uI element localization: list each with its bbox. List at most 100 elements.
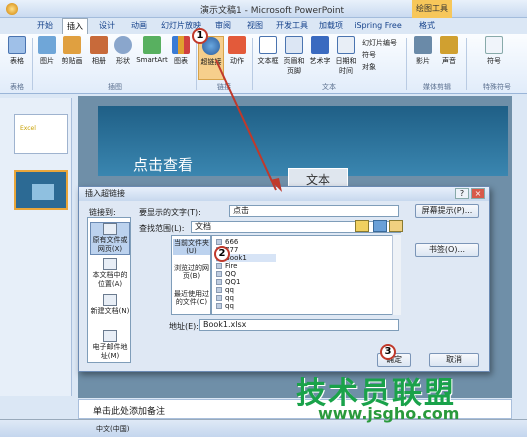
textbox-icon bbox=[259, 36, 277, 54]
group-label-symbols: 特殊符号 bbox=[483, 83, 511, 91]
wordart-button[interactable]: 艺术字 bbox=[308, 36, 332, 66]
slide-number-button[interactable]: 幻灯片编号 bbox=[362, 38, 397, 48]
recent-files-item[interactable]: 最近使用过的文件(C) bbox=[173, 290, 210, 306]
display-text-input[interactable]: 点击 bbox=[229, 205, 399, 217]
ribbon: 表格 图片 剪贴画 相册 形状 SmartArt 图表 超链接 动作 文本框 页… bbox=[0, 34, 527, 94]
tab-animation[interactable]: 动画 bbox=[126, 18, 152, 34]
action-button[interactable]: 动作 bbox=[226, 36, 248, 66]
album-button[interactable]: 相册 bbox=[88, 36, 110, 66]
movie-icon bbox=[414, 36, 432, 54]
tab-ispring[interactable]: iSpring Free bbox=[352, 18, 404, 34]
tab-addins[interactable]: 加载项 bbox=[316, 18, 346, 34]
document-place-icon bbox=[103, 258, 117, 270]
browsed-pages-item[interactable]: 浏览过的网页(B) bbox=[173, 264, 210, 280]
slide-thumbnail-2[interactable] bbox=[14, 170, 68, 210]
thumbnail-diagram bbox=[32, 184, 54, 200]
omega-icon bbox=[485, 36, 503, 54]
up-folder-icon[interactable] bbox=[355, 220, 369, 232]
shapes-icon bbox=[114, 36, 132, 54]
divider bbox=[466, 38, 467, 90]
tab-home[interactable]: 开始 bbox=[32, 18, 58, 34]
divider bbox=[406, 38, 407, 90]
cancel-button[interactable]: 取消 bbox=[429, 353, 479, 367]
file-list-scrollbar[interactable] bbox=[392, 235, 401, 315]
list-item[interactable]: qq bbox=[216, 302, 234, 310]
link-existing-file[interactable]: 原有文件或网页(X) bbox=[90, 222, 130, 255]
link-new-document[interactable]: 新建文档(N) bbox=[90, 294, 130, 316]
slide-text[interactable]: 点击查看 bbox=[133, 154, 193, 175]
divider bbox=[32, 38, 33, 90]
address-label: 地址(E): bbox=[169, 322, 199, 331]
tab-format[interactable]: 格式 bbox=[412, 18, 442, 34]
globe-page-icon bbox=[103, 223, 117, 235]
file-icon bbox=[216, 303, 222, 309]
header-footer-button[interactable]: 页眉和页脚 bbox=[282, 36, 306, 76]
header-footer-icon bbox=[285, 36, 303, 54]
symbol-button[interactable]: 符号 bbox=[474, 36, 514, 66]
file-icon bbox=[216, 279, 222, 285]
smartart-button[interactable]: SmartArt bbox=[136, 36, 168, 64]
tab-review[interactable]: 审阅 bbox=[210, 18, 236, 34]
link-email-address[interactable]: 电子邮件地址(M) bbox=[90, 330, 130, 361]
help-icon[interactable]: ? bbox=[455, 188, 469, 199]
file-icon bbox=[216, 239, 222, 245]
screen-tip-button[interactable]: 屏幕提示(P)... bbox=[415, 204, 479, 218]
picture-icon bbox=[38, 36, 56, 54]
file-icon bbox=[216, 271, 222, 277]
look-in-label: 查找范围(L): bbox=[139, 224, 185, 233]
file-icon bbox=[216, 263, 222, 269]
file-list: 666 777 Book1 Fire QQ QQ1 qq qq qq bbox=[211, 235, 401, 315]
list-item[interactable]: qq bbox=[216, 294, 234, 302]
close-icon[interactable]: × bbox=[471, 188, 485, 199]
browse-web-icon[interactable] bbox=[373, 220, 387, 232]
ribbon-tabs: 开始 插入 设计 动画 幻灯片放映 审阅 视图 开发工具 加载项 iSpring… bbox=[0, 18, 527, 34]
datetime-button[interactable]: 日期和时间 bbox=[334, 36, 358, 76]
link-place-in-document[interactable]: 本文档中的位置(A) bbox=[90, 258, 130, 289]
address-input[interactable]: Book1.xlsx bbox=[199, 319, 399, 331]
symbol-small-button[interactable]: 符号 bbox=[362, 50, 376, 60]
tab-design[interactable]: 设计 bbox=[94, 18, 120, 34]
divider bbox=[252, 38, 253, 90]
slide-thumbnail-1[interactable]: Excel bbox=[14, 114, 68, 154]
watermark-url: www.jsgho.com bbox=[318, 404, 460, 423]
slide-thumbnail-pane: Excel bbox=[0, 98, 72, 396]
clipart-button[interactable]: 剪贴画 bbox=[60, 36, 84, 66]
notes-placeholder: 单击此处添加备注 bbox=[93, 407, 166, 417]
window-title: 演示文稿1 - Microsoft PowerPoint bbox=[200, 6, 345, 16]
group-label-links: 链接 bbox=[217, 83, 231, 91]
current-folder-item[interactable]: 当前文件夹(U) bbox=[173, 239, 210, 255]
tab-developer[interactable]: 开发工具 bbox=[274, 18, 310, 34]
table-button[interactable]: 表格 bbox=[6, 36, 28, 66]
insert-hyperlink-dialog: 插入超链接 ? × 链接到: 要显示的文字(T): 点击 屏幕提示(P)... … bbox=[78, 186, 490, 372]
list-item[interactable]: Fire bbox=[216, 262, 238, 270]
textbox-button[interactable]: 文本框 bbox=[256, 36, 280, 66]
smartart-icon bbox=[143, 36, 161, 54]
chart-button[interactable]: 图表 bbox=[170, 36, 192, 66]
annotation-badge-3: 3 bbox=[380, 344, 396, 360]
annotation-badge-2: 2 bbox=[214, 246, 230, 262]
list-item[interactable]: 666 bbox=[216, 238, 238, 246]
dialog-title: 插入超链接 bbox=[79, 187, 489, 201]
group-label-media: 媒体剪辑 bbox=[423, 83, 451, 91]
file-icon bbox=[216, 295, 222, 301]
shapes-button[interactable]: 形状 bbox=[112, 36, 134, 66]
sound-button[interactable]: 声音 bbox=[438, 36, 460, 66]
tab-insert[interactable]: 插入 bbox=[62, 18, 88, 34]
tab-view[interactable]: 视图 bbox=[242, 18, 268, 34]
browse-scope-list: 当前文件夹(U) 浏览过的网页(B) 最近使用过的文件(C) bbox=[171, 235, 211, 315]
wordart-icon bbox=[311, 36, 329, 54]
status-language: 中文(中国) bbox=[96, 425, 130, 433]
browse-file-icon[interactable] bbox=[389, 220, 403, 232]
annotation-badge-1: 1 bbox=[192, 28, 208, 44]
office-button-icon[interactable] bbox=[6, 3, 18, 15]
picture-button[interactable]: 图片 bbox=[36, 36, 58, 66]
list-item[interactable]: QQ1 bbox=[216, 278, 240, 286]
list-item[interactable]: qq bbox=[216, 286, 234, 294]
bookmark-button[interactable]: 书签(O)... bbox=[415, 243, 479, 257]
look-in-select[interactable]: 文档 bbox=[191, 221, 401, 233]
chart-icon bbox=[172, 36, 190, 54]
list-item[interactable]: QQ bbox=[216, 270, 236, 278]
table-icon bbox=[8, 36, 26, 54]
object-button[interactable]: 对象 bbox=[362, 62, 376, 72]
movie-button[interactable]: 影片 bbox=[412, 36, 434, 66]
